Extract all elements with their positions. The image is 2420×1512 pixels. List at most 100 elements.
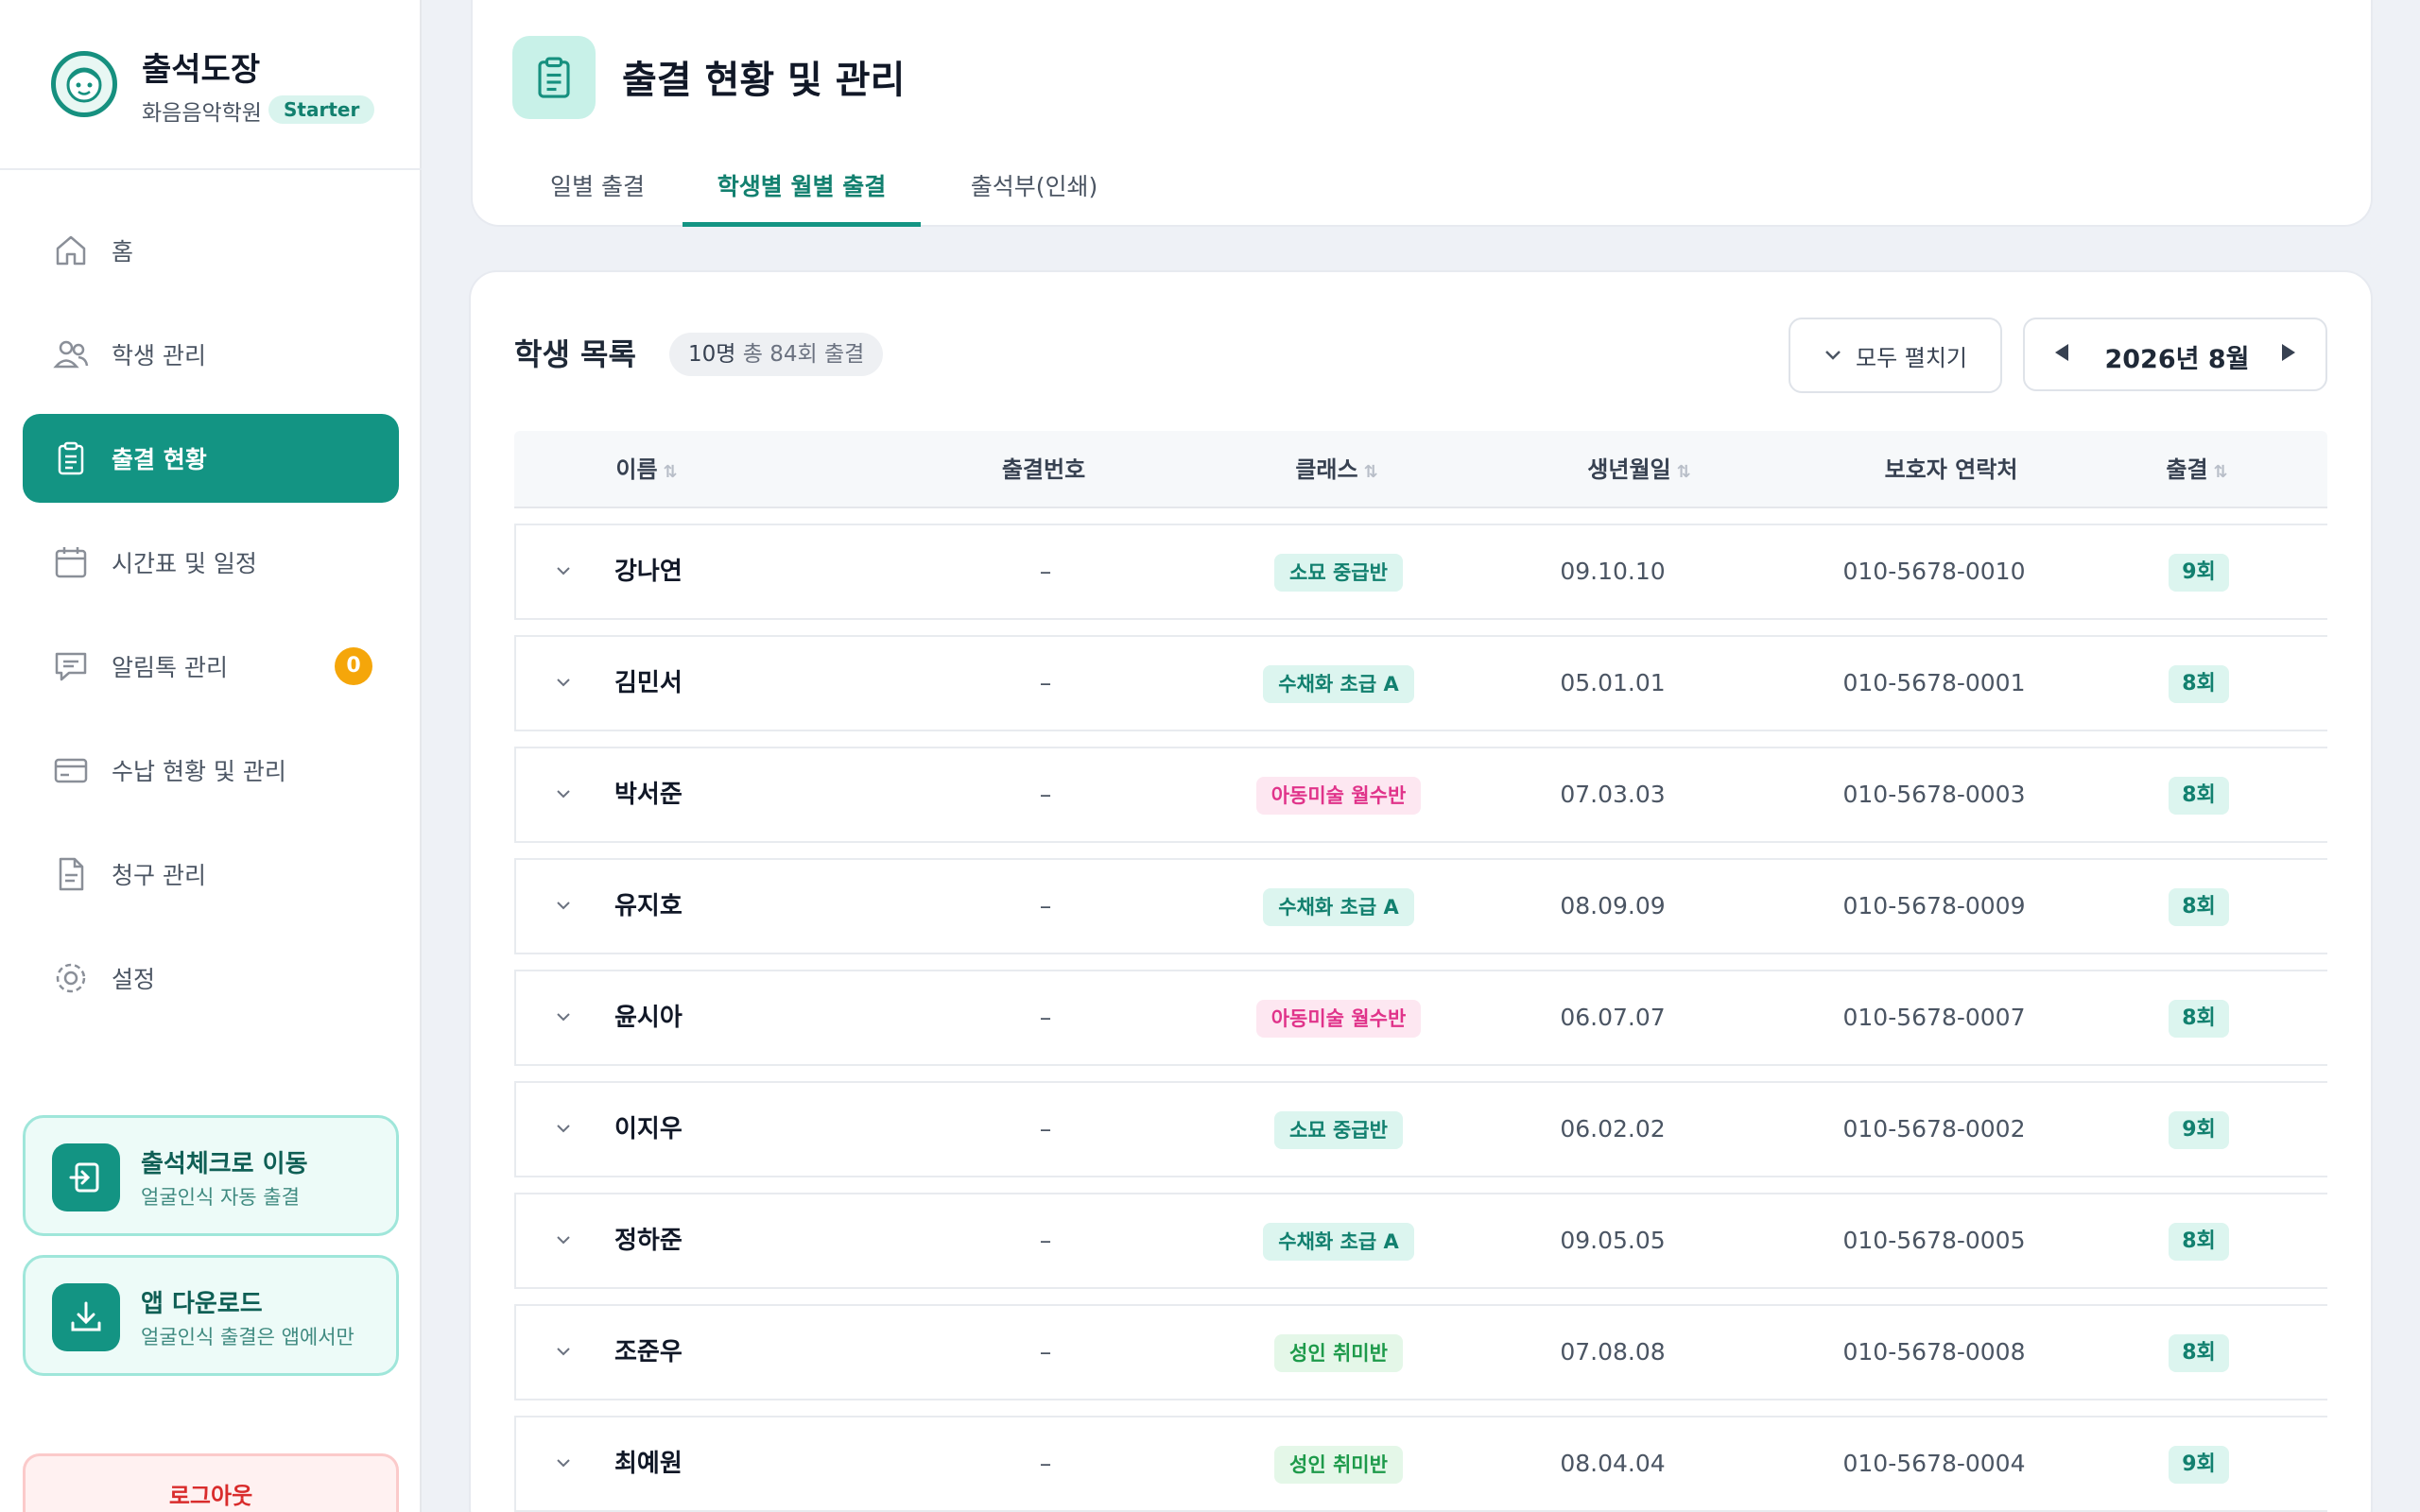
student-name: 최예원 (614, 1450, 683, 1478)
tab-attendance-print[interactable]: 출석부(인쇄) (940, 151, 1129, 227)
chevron-down-icon[interactable] (554, 561, 573, 580)
sidebar-item-billing[interactable]: 청구 관리 (23, 830, 399, 919)
attendance-count-badge: 8회 (2169, 1334, 2229, 1372)
expand-all-button[interactable]: 모두 펼치기 (1789, 318, 2002, 393)
birth-date: 05.01.01 (1560, 669, 1666, 696)
sidebar-item-home[interactable]: 홈 (23, 206, 399, 295)
chevron-down-icon[interactable] (554, 673, 573, 692)
table-row[interactable]: 정하준 – 수채화 초급 A 09.05.05 010-5678-0005 8회 (514, 1193, 2327, 1289)
student-name: 윤시아 (614, 1004, 683, 1032)
sidebar-item-label: 홈 (112, 238, 134, 266)
attendance-count-badge: 8회 (2169, 777, 2229, 815)
class-cell: 소묘 중급반 (1197, 525, 1480, 618)
next-month-icon[interactable] (2282, 344, 2295, 361)
go-to-checkin-button[interactable]: 출석체크로 이동 얼굴인식 자동 출결 (23, 1115, 399, 1236)
chevron-down-icon[interactable] (554, 1342, 573, 1361)
app-download-button[interactable]: 앱 다운로드 얼굴인식 출결은 앱에서만 (23, 1255, 399, 1376)
attendance-number: – (1039, 1227, 1052, 1254)
guardian-phone: 010-5678-0009 (1842, 892, 2026, 919)
document-icon (51, 854, 91, 894)
notification-count-badge: 0 (335, 647, 372, 685)
table-row[interactable]: 최예원 – 성인 취미반 08.04.04 010-5678-0004 9회 (514, 1416, 2327, 1512)
class-badge: 수채화 초급 A (1263, 665, 1414, 703)
sidebar-item-label: 학생 관리 (112, 342, 206, 369)
month-selector: 2026년 8월 (2023, 318, 2327, 391)
sidebar-item-alimtalk[interactable]: 알림톡 관리 0 (23, 622, 399, 711)
guardian-phone: 010-5678-0010 (1842, 558, 2026, 585)
class-badge: 아동미술 월수반 (1255, 1000, 1422, 1038)
sidebar-item-settings[interactable]: 설정 (23, 934, 399, 1022)
promo-title: 앱 다운로드 (141, 1290, 263, 1318)
class-cell: 성인 취미반 (1197, 1418, 1480, 1510)
attendance-number: – (1039, 1115, 1052, 1143)
gear-icon (51, 958, 91, 998)
promo-title: 출석체크로 이동 (141, 1150, 308, 1178)
table-row[interactable]: 강나연 – 소묘 중급반 09.10.10 010-5678-0010 9회 (514, 524, 2327, 620)
chevron-down-icon[interactable] (554, 1453, 573, 1472)
chevron-down-icon[interactable] (554, 784, 573, 803)
table-row[interactable]: 김민서 – 수채화 초급 A 05.01.01 010-5678-0001 8회 (514, 635, 2327, 731)
attendance-cell: 8회 (2133, 971, 2265, 1064)
download-icon (52, 1283, 120, 1351)
guardian-phone: 010-5678-0004 (1842, 1450, 2026, 1477)
class-cell: 수채화 초급 A (1197, 637, 1480, 730)
sidebar-item-payments[interactable]: 수납 현황 및 관리 (23, 726, 399, 815)
column-header-phone: 보호자 연락처 (1828, 431, 2074, 508)
guardian-phone: 010-5678-0002 (1842, 1115, 2026, 1143)
guardian-phone: 010-5678-0003 (1842, 781, 2026, 808)
attendance-count-badge: 9회 (2169, 554, 2229, 592)
list-title: 학생 목록 (514, 336, 636, 372)
birth-date: 06.02.02 (1560, 1115, 1666, 1143)
column-header-birth[interactable]: 생년월일 ⇅ (1545, 431, 1734, 508)
table-header: 이름 ⇅ 출결번호 클래스 ⇅ 생년월일 ⇅ 보호자 연락처 출결 ⇅ (514, 431, 2327, 508)
column-label: 보호자 연락처 (1884, 456, 2018, 483)
page-header: 출결 현황 및 관리 일별 출결 학생별 월별 출결 출석부(인쇄) (471, 0, 2373, 227)
table-row[interactable]: 윤시아 – 아동미술 월수반 06.07.07 010-5678-0007 8회 (514, 970, 2327, 1066)
table-row[interactable]: 이지우 – 소묘 중급반 06.02.02 010-5678-0002 9회 (514, 1081, 2327, 1177)
attendance-cell: 9회 (2133, 1083, 2265, 1176)
sort-icon: ⇅ (1676, 462, 1691, 482)
table-row[interactable]: 유지호 – 수채화 초급 A 08.09.09 010-5678-0009 8회 (514, 858, 2327, 954)
chevron-down-icon[interactable] (554, 896, 573, 915)
app-name: 출석도장 (142, 51, 261, 89)
attendance-cell: 9회 (2133, 525, 2265, 618)
birth-date: 09.05.05 (1560, 1227, 1666, 1254)
card-icon (51, 750, 91, 790)
chevron-down-icon[interactable] (554, 1119, 573, 1138)
clipboard-icon (512, 36, 596, 119)
column-header-name[interactable]: 이름 ⇅ (599, 431, 694, 508)
birth-date: 06.07.07 (1560, 1004, 1666, 1031)
guardian-phone: 010-5678-0008 (1842, 1338, 2026, 1366)
logout-button[interactable]: 로그아웃 (23, 1453, 399, 1512)
class-cell: 아동미술 월수반 (1197, 971, 1480, 1064)
column-header-class[interactable]: 클래스 ⇅ (1242, 431, 1431, 508)
column-header-attendance[interactable]: 출결 ⇅ (2140, 431, 2254, 508)
student-list-card: 학생 목록 10명 총 84회 출결 모두 펼치기 2026년 8월 이름 ⇅ 출… (469, 270, 2373, 1512)
class-badge: 성인 취미반 (1274, 1334, 1403, 1372)
table-row[interactable]: 조준우 – 성인 취미반 07.08.08 010-5678-0008 8회 (514, 1304, 2327, 1400)
attendance-count-badge: 8회 (2169, 1000, 2229, 1038)
users-icon (51, 335, 91, 374)
tab-daily-attendance[interactable]: 일별 출결 (522, 151, 673, 227)
count-chip: 10명 총 84회 출결 (669, 333, 884, 376)
sidebar-item-students[interactable]: 학생 관리 (23, 310, 399, 399)
student-name: 강나연 (614, 558, 683, 586)
guardian-phone: 010-5678-0005 (1842, 1227, 2026, 1254)
class-badge: 수채화 초급 A (1263, 1223, 1414, 1261)
birth-date: 08.09.09 (1560, 892, 1666, 919)
attendance-number: – (1039, 1338, 1052, 1366)
attendance-count-badge: 8회 (2169, 888, 2229, 926)
calendar-icon (51, 542, 91, 582)
chevron-down-icon[interactable] (554, 1230, 573, 1249)
attendance-cell: 8회 (2133, 637, 2265, 730)
chevron-down-icon[interactable] (554, 1007, 573, 1026)
sidebar-item-attendance[interactable]: 출결 현황 (23, 414, 399, 503)
table-row[interactable]: 박서준 – 아동미술 월수반 07.03.03 010-5678-0003 8회 (514, 747, 2327, 843)
attendance-cell: 9회 (2133, 1418, 2265, 1510)
column-label: 출결 (2166, 456, 2208, 483)
attendance-number: – (1039, 892, 1052, 919)
enter-icon (52, 1143, 120, 1211)
tab-monthly-by-student[interactable]: 학생별 월별 출결 (683, 151, 921, 227)
student-name: 유지호 (614, 892, 683, 920)
sidebar-item-schedule[interactable]: 시간표 및 일정 (23, 518, 399, 607)
